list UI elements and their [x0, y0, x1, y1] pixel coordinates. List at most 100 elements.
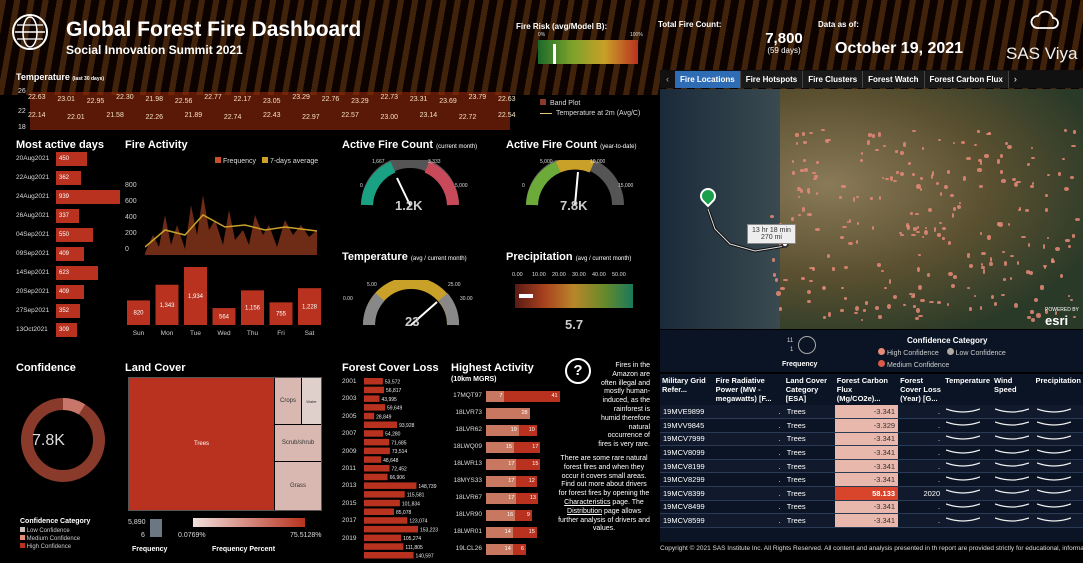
fire-point — [1007, 222, 1011, 227]
fire-point — [987, 235, 992, 240]
tree-cell[interactable]: Trees — [129, 378, 274, 510]
table-row[interactable]: 19MVV9845. Trees -3.329. — [660, 418, 1083, 433]
fire-point — [893, 180, 898, 183]
most-active-row[interactable]: 24Aug2021 939 — [14, 190, 124, 204]
sparkline-cell — [1033, 432, 1083, 447]
fire-point — [990, 257, 993, 262]
most-active-row[interactable]: 26Aug2021 337 — [14, 209, 124, 223]
most-active-row[interactable]: 13Oct2021 309 — [14, 323, 124, 337]
most-active-row[interactable]: 22Aug2021 362 — [14, 171, 124, 185]
table-header[interactable]: Land Cover Category [ESA] — [784, 374, 835, 405]
table-row[interactable]: 19MVE9899. Trees -3.341. — [660, 405, 1083, 420]
fire-point — [814, 228, 820, 232]
loss-value: 66,906 — [390, 475, 406, 481]
fire-point — [880, 269, 885, 273]
most-active-row[interactable]: 04Sep2021 550 — [14, 228, 124, 242]
gfy-tick0: 0 — [522, 183, 525, 189]
temp-band-title-text: Temperature — [16, 72, 70, 82]
table-row[interactable]: 19MCV8499. Trees -3.341. — [660, 500, 1083, 515]
fire-map[interactable]: 13 hr 18 min 270 mi POWERED BY esri — [660, 89, 1083, 329]
gfm-tick2: 3,333 — [428, 159, 441, 165]
highest-grid: 18MYS33 — [453, 477, 482, 484]
most-active-row[interactable]: 27Sep2021 352 — [14, 304, 124, 318]
fire-point — [960, 140, 965, 145]
tab-fire-clusters[interactable]: Fire Clusters — [803, 70, 864, 88]
highest-row[interactable]: 17MQT97 7 41 — [446, 391, 560, 402]
sparkline-cell — [943, 418, 993, 433]
table-header[interactable]: Military Grid Refer... — [660, 374, 714, 405]
table-header[interactable]: Precipitation — [1034, 374, 1083, 405]
sparkline — [994, 407, 1030, 413]
table-header[interactable]: Fire Radiative Power (MW - megawatts) [F… — [714, 374, 784, 405]
fire-point — [977, 129, 981, 134]
fire-point — [920, 176, 924, 181]
highest-row[interactable]: 18LVR73 28 — [446, 408, 551, 419]
distribution-link[interactable]: Distribution — [567, 508, 602, 515]
most-active-date: 22Aug2021 — [16, 174, 50, 181]
fire-point — [931, 171, 934, 177]
highest-grid: 17MQT97 — [453, 392, 482, 399]
table-row[interactable]: 19MCV7999. Trees -3.341. — [660, 432, 1083, 447]
table-row[interactable]: 19MCV8099. Trees -3.341. — [660, 445, 1083, 460]
fire-point — [1000, 154, 1004, 159]
table-row[interactable]: 19MCV8299. Trees -3.341. — [660, 472, 1083, 488]
fire-point — [1071, 144, 1076, 147]
table-header[interactable]: Temperature — [943, 374, 992, 405]
weekday-label: Sat — [305, 330, 315, 337]
most-active-row[interactable]: 20Aug2021 450 — [14, 152, 124, 166]
gauge-temp-value: 23 — [405, 314, 420, 329]
fire-point — [854, 311, 858, 315]
tab-forest-carbon-flux[interactable]: Forest Carbon Flux — [924, 70, 1009, 88]
loss-bar — [364, 482, 417, 489]
most-active-date: 04Sep2021 — [16, 231, 50, 238]
most-active-row[interactable]: 14Sep2021 623 — [14, 266, 124, 280]
sparkline-cell — [992, 472, 1034, 488]
loss-value: 43,995 — [382, 397, 398, 403]
most-active-row[interactable]: 20Sep2021 409 — [14, 285, 124, 299]
most-active-row[interactable]: 09Sep2021 409 — [14, 247, 124, 261]
loss-bar — [364, 465, 390, 472]
tab-forest-watch[interactable]: Forest Watch — [863, 70, 925, 88]
table-row[interactable]: 19MCV8599. Trees -3.341. — [660, 513, 1083, 528]
table-header[interactable]: Forest Carbon Flux (Mg/CO2e)... — [835, 374, 898, 405]
highest-row[interactable]: 18LVR90 16 9 — [446, 510, 551, 521]
characteristics-link[interactable]: Characteristics — [564, 499, 610, 506]
fire-point — [1031, 182, 1034, 186]
gauge-fire-month-value: 1.2K — [395, 198, 423, 213]
highest-row[interactable]: 18LVR67 17 13 — [446, 493, 551, 504]
fire-point — [1014, 302, 1018, 308]
fire-point — [917, 266, 921, 272]
fa-y-tick: 600 — [125, 198, 137, 205]
chevron-left-icon[interactable]: ‹ — [660, 74, 675, 84]
highest-row[interactable]: 18LWQ09 15 17 — [446, 442, 551, 453]
highest-row[interactable]: 18LWR01 14 15 — [446, 527, 551, 538]
most-active-date: 24Aug2021 — [16, 193, 50, 200]
table-header[interactable]: Forest Cover Loss (Year) [G... — [898, 374, 943, 405]
scrub-cell[interactable]: Scrub/shrub — [275, 425, 321, 461]
fire-point — [928, 207, 933, 212]
table-row[interactable]: 19MCV8399. Trees 58.133 2020 — [660, 486, 1083, 501]
table-header[interactable]: Wind Speed — [992, 374, 1034, 405]
tab-fire-locations[interactable]: Fire Locations — [675, 70, 741, 88]
highest-row[interactable]: 19LCL26 14 6 — [446, 544, 551, 555]
sparkline — [994, 489, 1030, 494]
tab-fire-hotspots[interactable]: Fire Hotspots — [740, 70, 804, 88]
highest-row[interactable]: 18LVR62 19 10 — [446, 425, 551, 436]
grass-cell[interactable]: Grass — [275, 462, 321, 510]
fire-point — [917, 253, 922, 257]
sparkline-cell — [992, 459, 1034, 474]
loss-bar — [364, 534, 402, 542]
crops-cell[interactable]: Crops — [275, 378, 301, 424]
table-cell: 19MCV8299 — [660, 472, 714, 488]
conf-low: Low Confidence — [26, 528, 70, 534]
fire-point — [1001, 178, 1006, 183]
highest-row[interactable]: 18LWR13 17 15 — [446, 459, 551, 470]
table-row[interactable]: 19MCV8199. Trees -3.341. — [660, 459, 1083, 474]
fire-point — [795, 132, 799, 138]
fire-point — [944, 185, 949, 190]
highest-row[interactable]: 18MYS33 17 12 — [446, 476, 551, 487]
water-cell[interactable]: Water — [302, 378, 321, 424]
fire-point — [1065, 239, 1070, 242]
gauge-precip-sub: (avg / current month) — [575, 256, 632, 262]
chevron-right-icon[interactable]: › — [1009, 74, 1022, 84]
